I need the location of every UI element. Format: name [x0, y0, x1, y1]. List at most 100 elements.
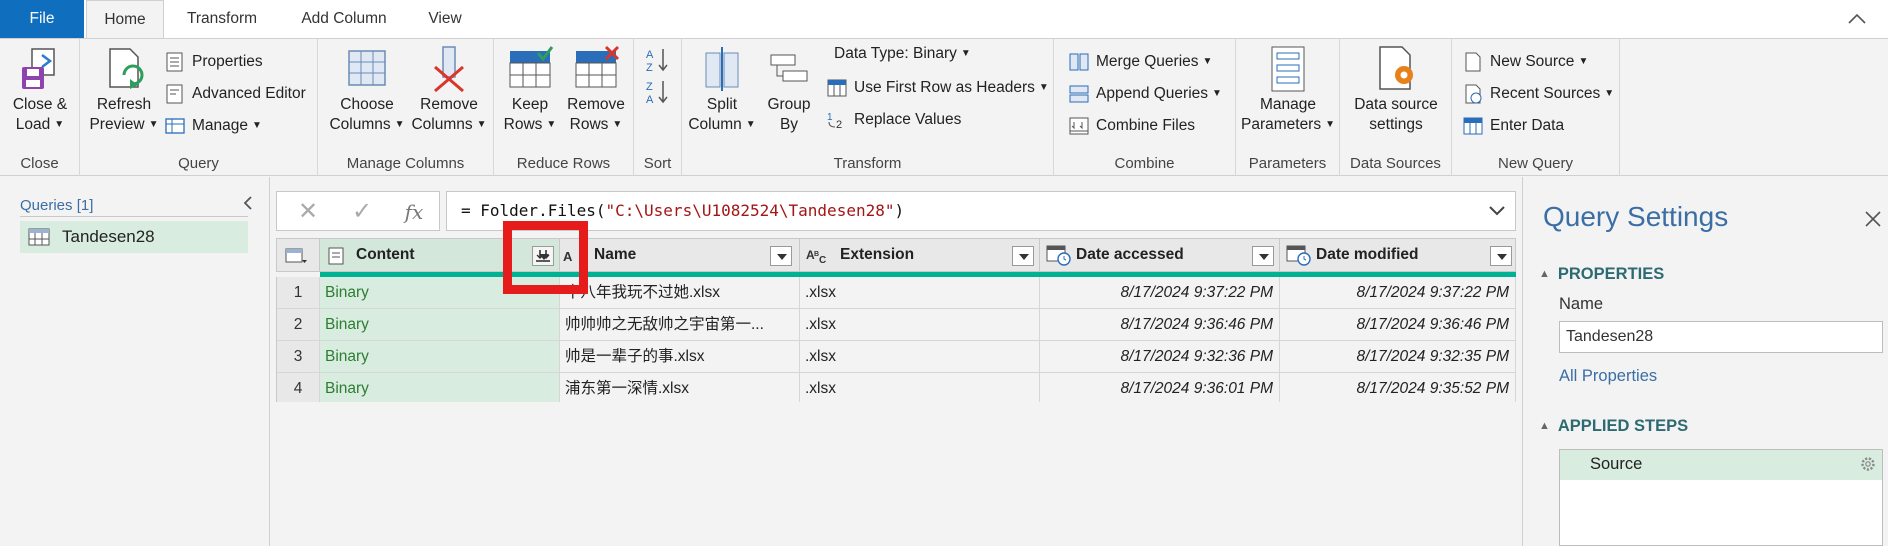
applied-steps-list: Source	[1559, 449, 1883, 546]
recent-sources-button[interactable]: Recent Sources ▼	[1462, 81, 1614, 107]
table-row[interactable]: 1 Binary 十八年我玩不过她.xlsx .xlsx 8/17/2024 9…	[276, 277, 1516, 309]
advanced-editor-button[interactable]: Advanced Editor	[164, 81, 306, 107]
group-data-sources: Data source settings Data Sources	[1340, 39, 1452, 176]
advanced-editor-icon	[166, 84, 183, 104]
chevron-left-icon[interactable]	[240, 193, 256, 213]
data-type-dropdown[interactable]: Data Type: Binary ▼	[826, 41, 971, 67]
sort-descending-icon[interactable]: Z A	[646, 79, 670, 105]
ribbon: Close & Load ▼ Close Refresh Preview ▼ Pro…	[0, 38, 1888, 176]
group-by-button[interactable]: Group By	[760, 45, 818, 135]
remove-rows-icon	[575, 45, 620, 88]
sort-ascending-icon[interactable]: A Z	[646, 47, 670, 73]
remove-rows-button[interactable]: Remove Rows ▼	[562, 45, 630, 135]
column-header-name[interactable]: A Name	[560, 238, 800, 272]
query-name-input[interactable]	[1559, 321, 1883, 353]
refresh-preview-button[interactable]: Refresh Preview ▼	[86, 45, 162, 135]
chevron-up-icon[interactable]	[1846, 8, 1868, 30]
applied-step-source[interactable]: Source	[1560, 450, 1882, 480]
name-label: Name	[1559, 295, 1604, 313]
group-combine: Merge Queries ▼ Append Queries ▼ Combine F…	[1054, 39, 1236, 176]
column-filter-extension[interactable]	[1012, 246, 1034, 266]
properties-heading[interactable]: PROPERTIES	[1539, 265, 1664, 284]
enter-data-button[interactable]: Enter Data	[1462, 113, 1564, 139]
group-new-query: New Source ▼ Recent Sources ▼ Enter Data N…	[1452, 39, 1620, 176]
table-icon	[285, 248, 307, 263]
column-header-date-modified[interactable]: Date modified	[1280, 238, 1516, 272]
all-properties-link[interactable]: All Properties	[1559, 367, 1657, 386]
tab-file[interactable]: File	[0, 0, 84, 38]
choose-columns-icon	[348, 50, 386, 86]
tab-add-column[interactable]: Add Column	[284, 0, 404, 38]
combine-files-icon	[1069, 117, 1089, 135]
group-query: Refresh Preview ▼ Properties Advanced Edi…	[80, 39, 318, 176]
close-icon[interactable]	[1863, 209, 1883, 229]
manage-button[interactable]: Manage ▼	[164, 113, 262, 139]
column-header-extension[interactable]: ABC Extension	[800, 238, 1040, 272]
replace-values-icon: 12	[827, 112, 842, 130]
refresh-icon	[109, 48, 144, 89]
group-label-transform: Transform	[833, 155, 902, 172]
binary-cell[interactable]: Binary	[320, 373, 560, 405]
table-row[interactable]: 2 Binary 帅帅帅之无敌帅之宇宙第一... .xlsx 8/17/2024…	[276, 309, 1516, 341]
manage-parameters-icon	[1271, 46, 1305, 92]
choose-columns-button[interactable]: Choose Columns ▼	[326, 45, 408, 135]
group-by-icon	[770, 54, 808, 82]
chevron-down-icon[interactable]	[1487, 202, 1507, 220]
menu-bar: File Home Transform Add Column View	[0, 0, 1888, 39]
text-type-icon: A BC	[806, 248, 826, 265]
group-reduce-rows: Keep Rows ▼ Remove Rows ▼ Reduce Rows	[494, 39, 634, 176]
applied-step-label: Source	[1590, 455, 1643, 473]
svg-text:2: 2	[836, 119, 842, 130]
check-icon[interactable]: ✓	[347, 198, 377, 226]
query-item-tandesen28[interactable]: Tandesen28	[20, 221, 248, 253]
tab-home[interactable]: Home	[86, 0, 164, 39]
group-sort: A Z Z A Sort	[634, 39, 682, 176]
table-icon	[28, 228, 50, 246]
formula-input[interactable]: = Folder.Files("C:\Users\U1082524\Tandes…	[446, 191, 1516, 231]
replace-values-button[interactable]: 12 Replace Values	[826, 107, 961, 133]
query-item-label: Tandesen28	[62, 227, 155, 246]
table-row[interactable]: 4 Binary 浦东第一深情.xlsx .xlsx 8/17/2024 9:3…	[276, 373, 1516, 405]
use-first-row-headers-button[interactable]: Use First Row as Headers ▼	[826, 75, 1049, 101]
tab-transform[interactable]: Transform	[170, 0, 274, 38]
combine-files-button[interactable]: Combine Files	[1068, 113, 1195, 139]
column-filter-date-modified[interactable]	[1490, 246, 1512, 266]
fx-icon[interactable]: fx	[399, 198, 429, 226]
applied-steps-heading[interactable]: APPLIED STEPS	[1539, 417, 1688, 436]
cancel-icon[interactable]: ✕	[293, 198, 323, 226]
new-source-icon	[1465, 52, 1481, 72]
column-filter-name[interactable]	[770, 246, 792, 266]
recent-sources-icon	[1465, 84, 1482, 104]
grid-empty-area	[270, 402, 1524, 546]
group-label-manage-columns: Manage Columns	[346, 155, 465, 172]
data-source-settings-button[interactable]: Data source settings	[1344, 45, 1448, 135]
column-header-date-accessed[interactable]: Date accessed	[1040, 238, 1280, 272]
tab-view[interactable]: View	[414, 0, 476, 38]
binary-cell[interactable]: Binary	[320, 309, 560, 341]
append-queries-button[interactable]: Append Queries ▼	[1068, 81, 1222, 107]
properties-button[interactable]: Properties	[164, 49, 263, 75]
gear-icon[interactable]	[1860, 456, 1876, 472]
merge-queries-button[interactable]: Merge Queries ▼	[1068, 49, 1212, 75]
binary-cell[interactable]: Binary	[320, 341, 560, 373]
close-load-button[interactable]: Close & Load ▼	[6, 45, 74, 135]
svg-text:Z: Z	[646, 62, 653, 73]
properties-icon	[166, 52, 183, 72]
remove-columns-icon	[434, 46, 464, 93]
new-source-button[interactable]: New Source ▼	[1462, 49, 1588, 75]
group-label-close: Close	[20, 155, 59, 172]
svg-text:1: 1	[827, 112, 833, 123]
column-filter-date-accessed[interactable]	[1252, 246, 1274, 266]
table-row[interactable]: 3 Binary 帅是一辈子的事.xlsx .xlsx 8/17/2024 9:…	[276, 341, 1516, 373]
remove-columns-button[interactable]: Remove Columns ▼	[408, 45, 490, 135]
table-menu-button[interactable]	[276, 238, 320, 272]
datetime-type-icon	[1286, 245, 1311, 266]
queries-pane: Queries [1] Tandesen28	[0, 177, 270, 546]
formula-bar-buttons: ✕ ✓ fx	[276, 191, 440, 231]
group-label-parameters: Parameters	[1248, 155, 1327, 172]
keep-rows-button[interactable]: Keep Rows ▼	[498, 45, 562, 135]
append-queries-icon	[1069, 85, 1089, 103]
split-column-button[interactable]: Split Column ▼	[686, 45, 758, 135]
manage-parameters-button[interactable]: Manage Parameters ▼	[1240, 45, 1336, 135]
query-settings-title: Query Settings	[1543, 201, 1729, 232]
